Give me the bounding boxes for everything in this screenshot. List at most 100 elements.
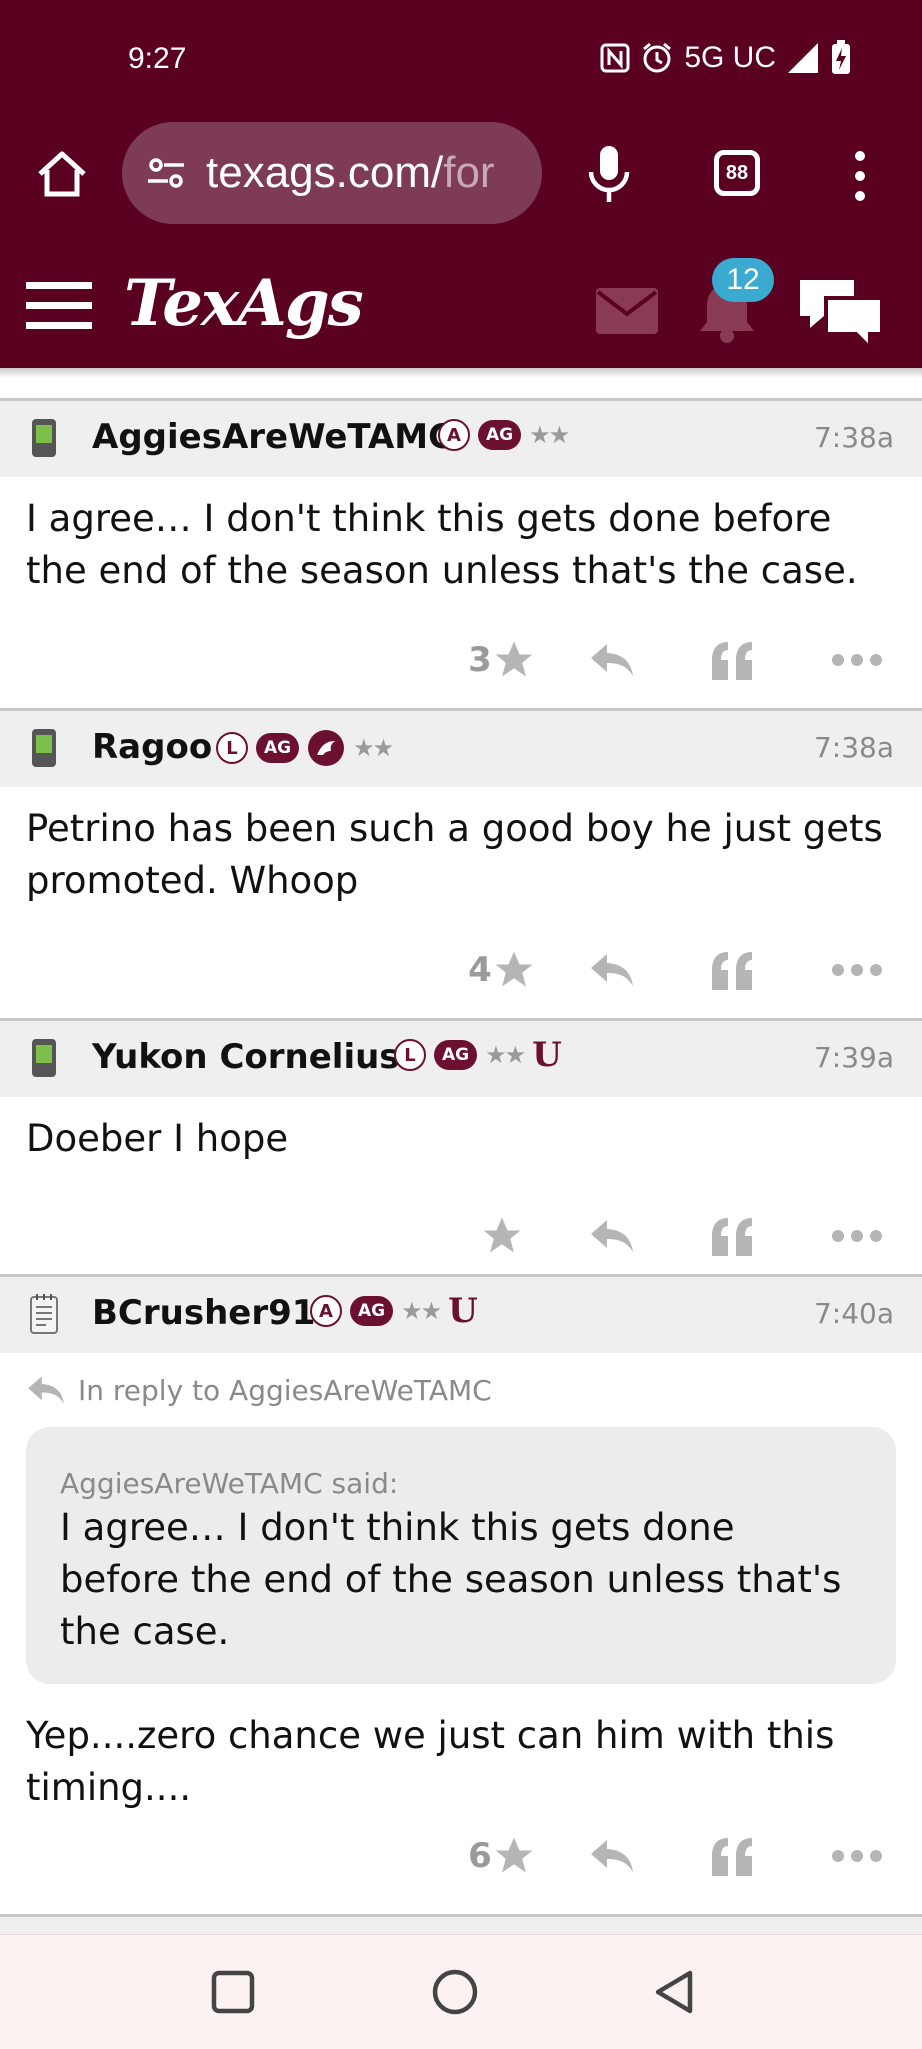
mobile-device-icon: [32, 1039, 56, 1077]
hamburger-menu-icon[interactable]: [26, 280, 92, 332]
user-badges: A AG ★★ U: [310, 1291, 478, 1331]
quote-button[interactable]: [672, 950, 792, 990]
mic-icon[interactable]: [584, 144, 634, 204]
quote-text: I agree… I don't think this gets done be…: [60, 1506, 842, 1653]
more-button[interactable]: [792, 1229, 922, 1243]
reply-reference-text: In reply to AggiesAreWeTAMC: [78, 1373, 492, 1407]
badge-stars: ★★: [485, 1041, 526, 1069]
site-logo[interactable]: TexAgs: [124, 266, 364, 341]
notepad-icon: [30, 1294, 58, 1334]
post-body: Doeber I hope: [26, 1117, 289, 1160]
post-actions: 4: [452, 935, 922, 1005]
star-button[interactable]: [452, 1214, 552, 1258]
site-settings-icon[interactable]: [144, 151, 188, 195]
badge-ag: AG: [478, 420, 522, 450]
quote-icon: [712, 1218, 752, 1256]
quote-button[interactable]: [672, 1216, 792, 1256]
star-button[interactable]: 6: [452, 1834, 552, 1878]
badge-u: U: [448, 1291, 478, 1331]
forum-post: Ragoo L AG ★★ 7:38a Petrino has been suc…: [0, 708, 922, 1021]
badge-stars: ★★: [353, 734, 394, 762]
more-icon: [832, 964, 882, 976]
post-header: BCrusher91 A AG ★★ U 7:40a: [0, 1277, 922, 1353]
more-button[interactable]: [792, 963, 922, 977]
star-icon: [483, 1217, 521, 1253]
user-badges: L AG ★★ U: [394, 1035, 562, 1075]
back-icon[interactable]: [650, 1967, 700, 2017]
chat-icon[interactable]: [796, 272, 886, 352]
address-bar[interactable]: texags.com/for: [122, 122, 542, 224]
quote-attribution: AggiesAreWeTAMC said:: [60, 1467, 399, 1500]
post-body: I agree… I don't think this gets done be…: [26, 497, 858, 592]
reply-reference[interactable]: In reply to AggiesAreWeTAMC: [0, 1353, 922, 1407]
badge-l: L: [394, 1039, 426, 1071]
post-header: Yukon Cornelius L AG ★★ U 7:39a: [0, 1021, 922, 1097]
star-icon: [495, 1837, 533, 1873]
post-username[interactable]: Yukon Cornelius: [92, 1037, 400, 1077]
post-time[interactable]: 7:40a: [814, 1297, 894, 1330]
url-text[interactable]: texags.com/for: [206, 148, 495, 198]
quote-icon: [712, 952, 752, 990]
forum-post: AggiesAreWeTAMC A AG ★★ 7:38a I agree… I…: [0, 398, 922, 711]
star-button[interactable]: 3: [452, 638, 552, 682]
more-button[interactable]: [792, 1849, 922, 1863]
mobile-device-icon: [32, 419, 56, 457]
post-body: Yep....zero chance we just can him with …: [26, 1714, 835, 1809]
star-icon: [495, 641, 533, 677]
post-actions: 6: [452, 1821, 922, 1891]
tab-switcher-button[interactable]: 88: [714, 150, 760, 196]
header-shadow: [0, 368, 922, 378]
reply-button[interactable]: [552, 950, 672, 990]
badge-l: L: [216, 732, 248, 764]
site-header: TexAgs 12: [0, 248, 922, 368]
mobile-device-icon: [32, 729, 56, 767]
url-faded: for: [443, 148, 495, 197]
status-time: 9:27: [128, 42, 187, 75]
badge-ag: AG: [256, 733, 300, 763]
badge-a: A: [310, 1295, 342, 1327]
reply-button[interactable]: [552, 640, 672, 680]
quote-icon: [712, 642, 752, 680]
reply-icon: [591, 644, 633, 676]
post-actions: 3: [452, 625, 922, 695]
battery-charging-icon: [832, 40, 850, 74]
browser-chrome: 9:27 5G UC texags.com/for 88 TexAgs 12: [0, 0, 922, 368]
post-actions: [452, 1201, 922, 1271]
reply-button[interactable]: [552, 1836, 672, 1876]
reply-button[interactable]: [552, 1216, 672, 1256]
star-count: 6: [468, 1836, 492, 1876]
more-button[interactable]: [792, 653, 922, 667]
nfc-icon: [600, 43, 630, 73]
home-circle-icon[interactable]: [428, 1965, 482, 2019]
post-username[interactable]: Ragoo: [92, 727, 212, 767]
signal-icon: [788, 43, 818, 73]
post-username[interactable]: AggiesAreWeTAMC: [92, 417, 453, 457]
star-count: 4: [468, 950, 492, 990]
quote-button[interactable]: [672, 640, 792, 680]
badge-u: U: [532, 1035, 562, 1075]
post-time[interactable]: 7:39a: [814, 1041, 894, 1074]
more-icon: [832, 654, 882, 666]
user-badges: L AG ★★: [216, 729, 394, 767]
recents-icon[interactable]: [208, 1967, 258, 2017]
overflow-menu-icon[interactable]: [848, 146, 872, 206]
more-icon: [832, 1230, 882, 1242]
home-icon[interactable]: [34, 146, 90, 202]
post-username[interactable]: BCrusher91: [92, 1293, 315, 1333]
post-header: Ragoo L AG ★★ 7:38a: [0, 711, 922, 787]
star-icon: [495, 951, 533, 987]
post-body: Petrino has been such a good boy he just…: [26, 807, 883, 902]
star-button[interactable]: 4: [452, 948, 552, 992]
mail-icon[interactable]: [596, 288, 658, 334]
notification-count-badge[interactable]: 12: [712, 258, 774, 302]
quote-button[interactable]: [672, 1836, 792, 1876]
post-time[interactable]: 7:38a: [814, 731, 894, 764]
post-time[interactable]: 7:38a: [814, 421, 894, 454]
url-main: texags.com/: [206, 148, 444, 197]
badge-ag: AG: [434, 1040, 478, 1070]
more-icon: [832, 1850, 882, 1862]
mascot-badge-icon: [308, 730, 345, 766]
badge-a: A: [438, 419, 470, 451]
quote-icon: [712, 1838, 752, 1876]
reply-icon: [591, 1220, 633, 1252]
